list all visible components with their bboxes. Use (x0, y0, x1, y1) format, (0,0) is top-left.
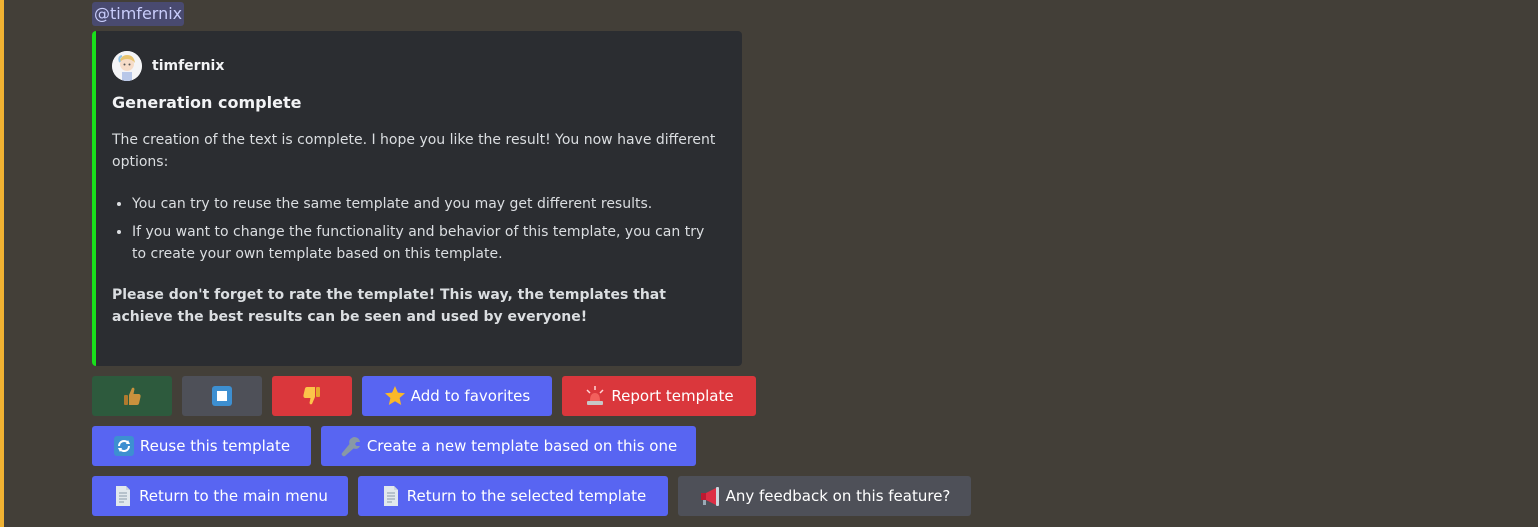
create-new-template-label: Create a new template based on this one (366, 437, 678, 455)
options-list: You can try to reuse the same template a… (112, 193, 722, 265)
report-template-button[interactable]: Report template (562, 376, 756, 416)
user-mention[interactable]: @timfernix (92, 2, 185, 26)
like-button[interactable] (92, 376, 172, 416)
embed-intro: The creation of the text is complete. I … (112, 132, 716, 170)
add-to-favorites-label: Add to favorites (410, 387, 531, 405)
rotating-light-icon (584, 385, 606, 407)
megaphone-icon (699, 485, 721, 507)
mention-highlight-bar (0, 0, 4, 527)
embed-title: Generation complete (112, 93, 302, 112)
create-new-template-button[interactable]: Create a new template based on this one (321, 426, 696, 466)
reuse-template-label: Reuse this template (139, 437, 291, 455)
author-name[interactable]: timfernix (152, 58, 224, 74)
document-icon (112, 485, 134, 507)
reuse-template-button[interactable]: Reuse this template (92, 426, 311, 466)
stop-icon (211, 385, 233, 407)
document-icon (380, 485, 402, 507)
rating-reminder: Please don't forget to rate the template… (112, 287, 666, 325)
return-main-menu-button[interactable]: Return to the main menu (92, 476, 348, 516)
option-item: You can try to reuse the same template a… (132, 193, 722, 215)
feedback-label: Any feedback on this feature? (725, 487, 951, 505)
embed-description: The creation of the text is complete. I … (112, 129, 722, 328)
avatar-image-icon (112, 51, 142, 81)
thumbs-up-icon (121, 385, 143, 407)
embed-author: timfernix (112, 51, 224, 81)
report-template-label: Report template (611, 387, 734, 405)
return-main-menu-label: Return to the main menu (139, 487, 328, 505)
add-to-favorites-button[interactable]: Add to favorites (362, 376, 552, 416)
option-item: If you want to change the functionality … (132, 221, 722, 265)
wrench-icon (340, 435, 362, 457)
arrows-refresh-icon (113, 435, 135, 457)
return-selected-template-button[interactable]: Return to the selected template (358, 476, 668, 516)
feedback-button[interactable]: Any feedback on this feature? (678, 476, 971, 516)
author-avatar[interactable] (112, 51, 142, 81)
stop-button[interactable] (182, 376, 262, 416)
return-selected-template-label: Return to the selected template (406, 487, 647, 505)
star-icon (384, 385, 406, 407)
embed-card: timfernix Generation complete The creati… (92, 31, 742, 366)
dislike-button[interactable] (272, 376, 352, 416)
thumbs-down-icon (301, 385, 323, 407)
